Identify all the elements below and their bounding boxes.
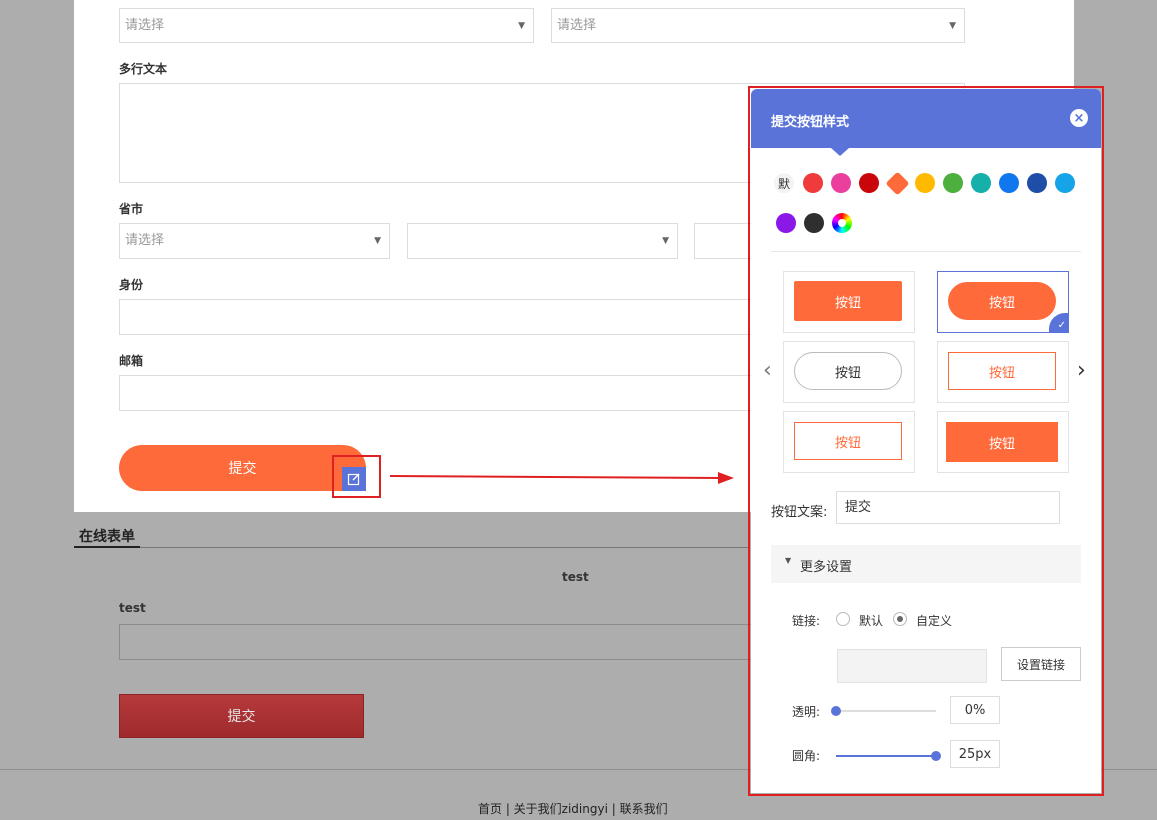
- color-swatch[interactable]: [859, 173, 879, 193]
- button-style-option-3[interactable]: 按钮: [783, 341, 915, 403]
- sample-button: 按钮: [948, 352, 1056, 390]
- swatch-divider: [771, 251, 1081, 252]
- opacity-label: 透明:: [792, 705, 821, 719]
- color-swatch[interactable]: [804, 213, 824, 233]
- province-label: 省市: [119, 202, 144, 216]
- chevron-down-icon: ▼: [662, 236, 669, 246]
- swatch-default-label: 默: [777, 176, 790, 191]
- province-select[interactable]: 请选择 ▼: [119, 223, 390, 259]
- sample-button: 按钮: [794, 352, 902, 390]
- form-title: test: [562, 570, 589, 584]
- link-label: 链接:: [792, 614, 821, 628]
- select-top-left[interactable]: 请选择 ▼: [119, 8, 534, 43]
- sample-button-label: 按钮: [988, 365, 1015, 381]
- submit-button-label: 提交: [228, 461, 257, 477]
- radius-slider[interactable]: [836, 748, 941, 762]
- sample-button: 按钮: [794, 422, 902, 460]
- button-style-option-2[interactable]: 按钮 ✓: [937, 271, 1069, 333]
- sample-button-label: 按钮: [988, 295, 1015, 311]
- select-placeholder: 请选择: [125, 233, 165, 248]
- identity-label: 身份: [119, 278, 144, 292]
- chevron-down-icon: ▼: [518, 21, 525, 31]
- set-link-label: 设置链接: [1016, 657, 1065, 672]
- email-label: 邮箱: [119, 354, 144, 368]
- radius-handle[interactable]: [931, 751, 941, 761]
- swatch-default[interactable]: 默: [774, 173, 794, 193]
- opacity-track: [836, 710, 936, 712]
- sample-button: 按钮: [946, 422, 1058, 462]
- radius-label: 圆角:: [792, 749, 821, 763]
- footer-links[interactable]: 首页 | 关于我们zidingyi | 联系我们: [478, 800, 668, 817]
- submit-button[interactable]: 提交: [119, 445, 366, 491]
- swatch-rainbow[interactable]: [832, 213, 852, 233]
- link-default-label: 默认: [859, 614, 884, 628]
- color-swatch[interactable]: [1055, 173, 1075, 193]
- more-settings-toggle[interactable]: ▼ 更多设置: [771, 545, 1081, 583]
- radius-fill: [836, 755, 936, 757]
- opacity-handle[interactable]: [831, 706, 841, 716]
- section-divider: [140, 547, 750, 548]
- color-swatch[interactable]: [1027, 173, 1047, 193]
- link-custom-label: 自定义: [916, 614, 953, 628]
- select-top-right[interactable]: 请选择 ▼: [551, 8, 965, 43]
- sample-button-label: 按钮: [988, 436, 1015, 452]
- link-default-radio[interactable]: [836, 612, 850, 626]
- button-text-input[interactable]: 提交: [836, 491, 1060, 524]
- color-swatch[interactable]: [999, 173, 1019, 193]
- color-swatch[interactable]: [943, 173, 963, 193]
- button-text-value: 提交: [845, 500, 872, 515]
- opacity-slider[interactable]: [831, 703, 936, 717]
- color-swatch[interactable]: [803, 173, 823, 193]
- section-submit-label: 提交: [227, 709, 256, 725]
- set-link-button[interactable]: 设置链接: [1001, 647, 1081, 681]
- sample-button-label: 按钮: [834, 435, 861, 451]
- edit-icon: [347, 473, 360, 486]
- color-swatch[interactable]: [776, 213, 796, 233]
- button-style-option-6[interactable]: 按钮: [937, 411, 1069, 473]
- button-style-option-5[interactable]: 按钮: [783, 411, 915, 473]
- color-swatch[interactable]: [885, 171, 910, 196]
- next-page-button[interactable]: ›: [1077, 360, 1086, 382]
- city-select[interactable]: ▼: [407, 223, 678, 259]
- button-text-label: 按钮文案:: [771, 505, 828, 520]
- color-swatch[interactable]: [915, 173, 935, 193]
- color-swatch[interactable]: [831, 173, 851, 193]
- prev-page-button[interactable]: ‹: [763, 360, 772, 382]
- tab-active-underline: [74, 546, 140, 548]
- button-style-option-1[interactable]: 按钮: [783, 271, 915, 333]
- select-placeholder: 请选择: [557, 18, 597, 33]
- selected-check-icon: ✓: [1049, 313, 1069, 333]
- button-style-option-4[interactable]: 按钮: [937, 341, 1069, 403]
- test-field-input[interactable]: [119, 624, 754, 660]
- test-field-label: test: [119, 601, 146, 615]
- section-submit-button[interactable]: 提交: [119, 694, 364, 738]
- sample-button-label: 按钮: [834, 295, 861, 311]
- opacity-value: 0%: [964, 702, 986, 718]
- radius-value-box[interactable]: 25px: [950, 740, 1000, 768]
- pointer-arrow: [389, 472, 734, 484]
- radius-value: 25px: [958, 746, 992, 762]
- tab-online-form: 在线表单: [79, 529, 135, 545]
- sample-button: 按钮: [948, 282, 1056, 320]
- style-panel: 提交按钮样式 × 默 ‹ › 按钮 按钮 ✓ 按钮 按钮 按钮 按钮 按钮文案:…: [751, 89, 1101, 793]
- chevron-down-icon: ▼: [949, 21, 956, 31]
- caret-down-icon: ▼: [785, 556, 792, 565]
- link-url-field[interactable]: [837, 649, 987, 683]
- more-settings-label: 更多设置: [800, 560, 853, 575]
- multiline-label: 多行文本: [119, 62, 168, 76]
- link-custom-radio[interactable]: [893, 612, 907, 626]
- section-tab[interactable]: 在线表单: [79, 526, 135, 546]
- sample-button-label: 按钮: [834, 365, 861, 381]
- chevron-down-icon: ▼: [374, 236, 381, 246]
- edit-style-button[interactable]: [342, 467, 366, 491]
- color-swatches: 默: [751, 89, 1101, 259]
- sample-button: 按钮: [794, 281, 902, 321]
- opacity-value-box[interactable]: 0%: [950, 696, 1000, 724]
- select-placeholder: 请选择: [125, 18, 165, 33]
- color-swatch[interactable]: [971, 173, 991, 193]
